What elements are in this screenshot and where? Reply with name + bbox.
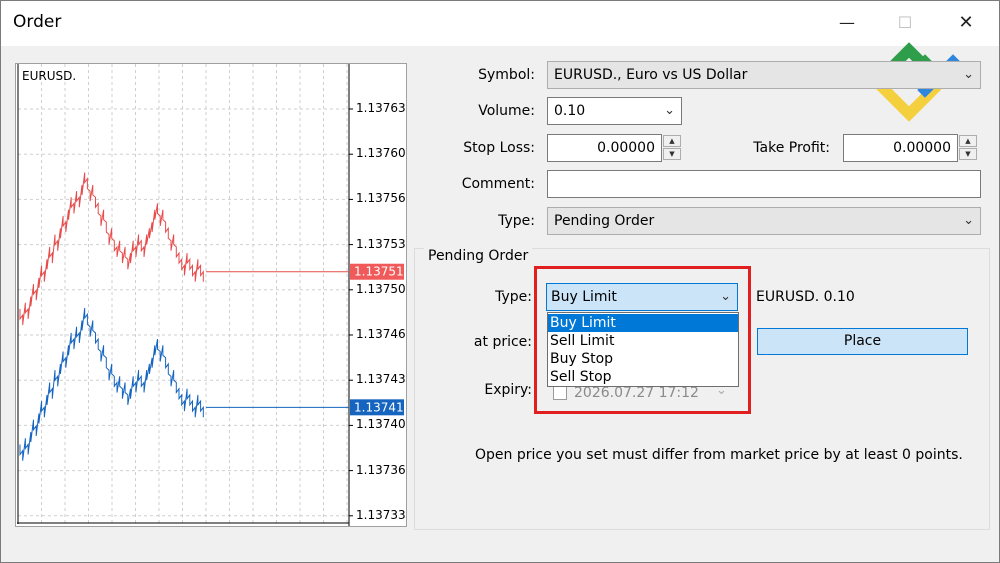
price-tick-label: 1.13753 <box>356 236 406 251</box>
pending-type-dropdown: Buy Limit Sell Limit Buy Stop Sell Stop <box>547 312 739 387</box>
symbol-select[interactable]: EURUSD., Euro vs US Dollar ⌄ <box>547 61 981 89</box>
maximize-button[interactable]: ☐ <box>890 10 920 36</box>
order-type-value: Pending Order <box>554 213 655 229</box>
type-label: Type: <box>498 213 535 229</box>
price-tick-label: 1.13760 <box>356 146 406 161</box>
volume-label: Volume: <box>478 103 535 119</box>
ask-series <box>19 172 204 326</box>
comment-label: Comment: <box>461 176 535 192</box>
price-tick-label: 1.13746 <box>356 327 406 341</box>
stop-loss-down-arrow-icon[interactable]: ▼ <box>663 148 681 160</box>
price-tick-label: 1.13756 <box>356 191 406 206</box>
ask-price-tag-label: 1.13751 <box>354 265 404 279</box>
chevron-down-icon: ⌄ <box>664 103 675 118</box>
chevron-down-icon: ⌄ <box>963 213 974 228</box>
take-profit-down-arrow-icon[interactable]: ▼ <box>959 148 977 160</box>
pending-type-value: Buy Limit <box>551 289 617 305</box>
price-tick-label: 1.13750 <box>356 281 406 296</box>
dropdown-option[interactable]: Buy Limit <box>548 314 738 332</box>
order-type-select[interactable]: Pending Order ⌄ <box>547 207 981 235</box>
dropdown-option[interactable]: Sell Stop <box>548 368 738 386</box>
take-profit-input[interactable]: 0.00000 <box>843 134 958 162</box>
chevron-down-icon: ⌄ <box>720 289 731 304</box>
at-price-label: at price: <box>473 334 532 350</box>
volume-value: 0.10 <box>554 103 586 119</box>
expiry-checkbox[interactable] <box>553 386 567 400</box>
price-tick-label: 1.13740 <box>356 417 406 432</box>
volume-select[interactable]: 0.10 ⌄ <box>547 97 682 125</box>
stop-loss-label: Stop Loss: <box>463 140 535 156</box>
symbol-volume-text: EURUSD. 0.10 <box>756 289 855 305</box>
price-tick-label: 1.13733 <box>356 507 406 522</box>
price-tick-label: 1.13763 <box>356 101 406 115</box>
chevron-down-icon: ⌄ <box>963 67 974 82</box>
take-profit-label: Take Profit: <box>753 140 830 156</box>
close-button[interactable]: ✕ <box>951 10 981 36</box>
window-title: Order <box>13 12 62 32</box>
pending-type-label: Type: <box>495 289 532 305</box>
place-button[interactable]: Place <box>757 328 968 355</box>
stop-loss-up-arrow-icon[interactable]: ▲ <box>663 135 681 147</box>
price-tick-label: 1.13736 <box>356 462 406 477</box>
expiry-label: Expiry: <box>484 382 532 398</box>
price-distance-note: Open price you set must differ from mark… <box>475 447 963 463</box>
symbol-value: EURUSD., Euro vs US Dollar <box>554 67 748 83</box>
comment-input[interactable] <box>547 170 981 198</box>
chart-canvas: 1.13751 1.13741 <box>17 64 404 526</box>
stop-loss-input[interactable]: 0.00000 <box>547 134 662 162</box>
price-tick-label: 1.13743 <box>356 372 406 387</box>
pending-type-select[interactable]: Buy Limit ⌄ <box>546 283 738 311</box>
dropdown-option[interactable]: Sell Limit <box>548 332 738 350</box>
minimize-button[interactable]: — <box>832 10 862 36</box>
take-profit-up-arrow-icon[interactable]: ▲ <box>959 135 977 147</box>
dropdown-option[interactable]: Buy Stop <box>548 350 738 368</box>
price-chart: 1.13751 1.13741 EURUSD. 1.13763 1.13760 1.1… <box>15 63 407 527</box>
symbol-label: Symbol: <box>478 67 535 83</box>
bid-price-tag-label: 1.13741 <box>354 400 404 414</box>
chart-symbol-label: EURUSD. <box>22 69 77 83</box>
pending-order-group-title: Pending Order <box>424 248 533 264</box>
expiry-value: 2026.07.27 17:12 <box>574 385 699 401</box>
